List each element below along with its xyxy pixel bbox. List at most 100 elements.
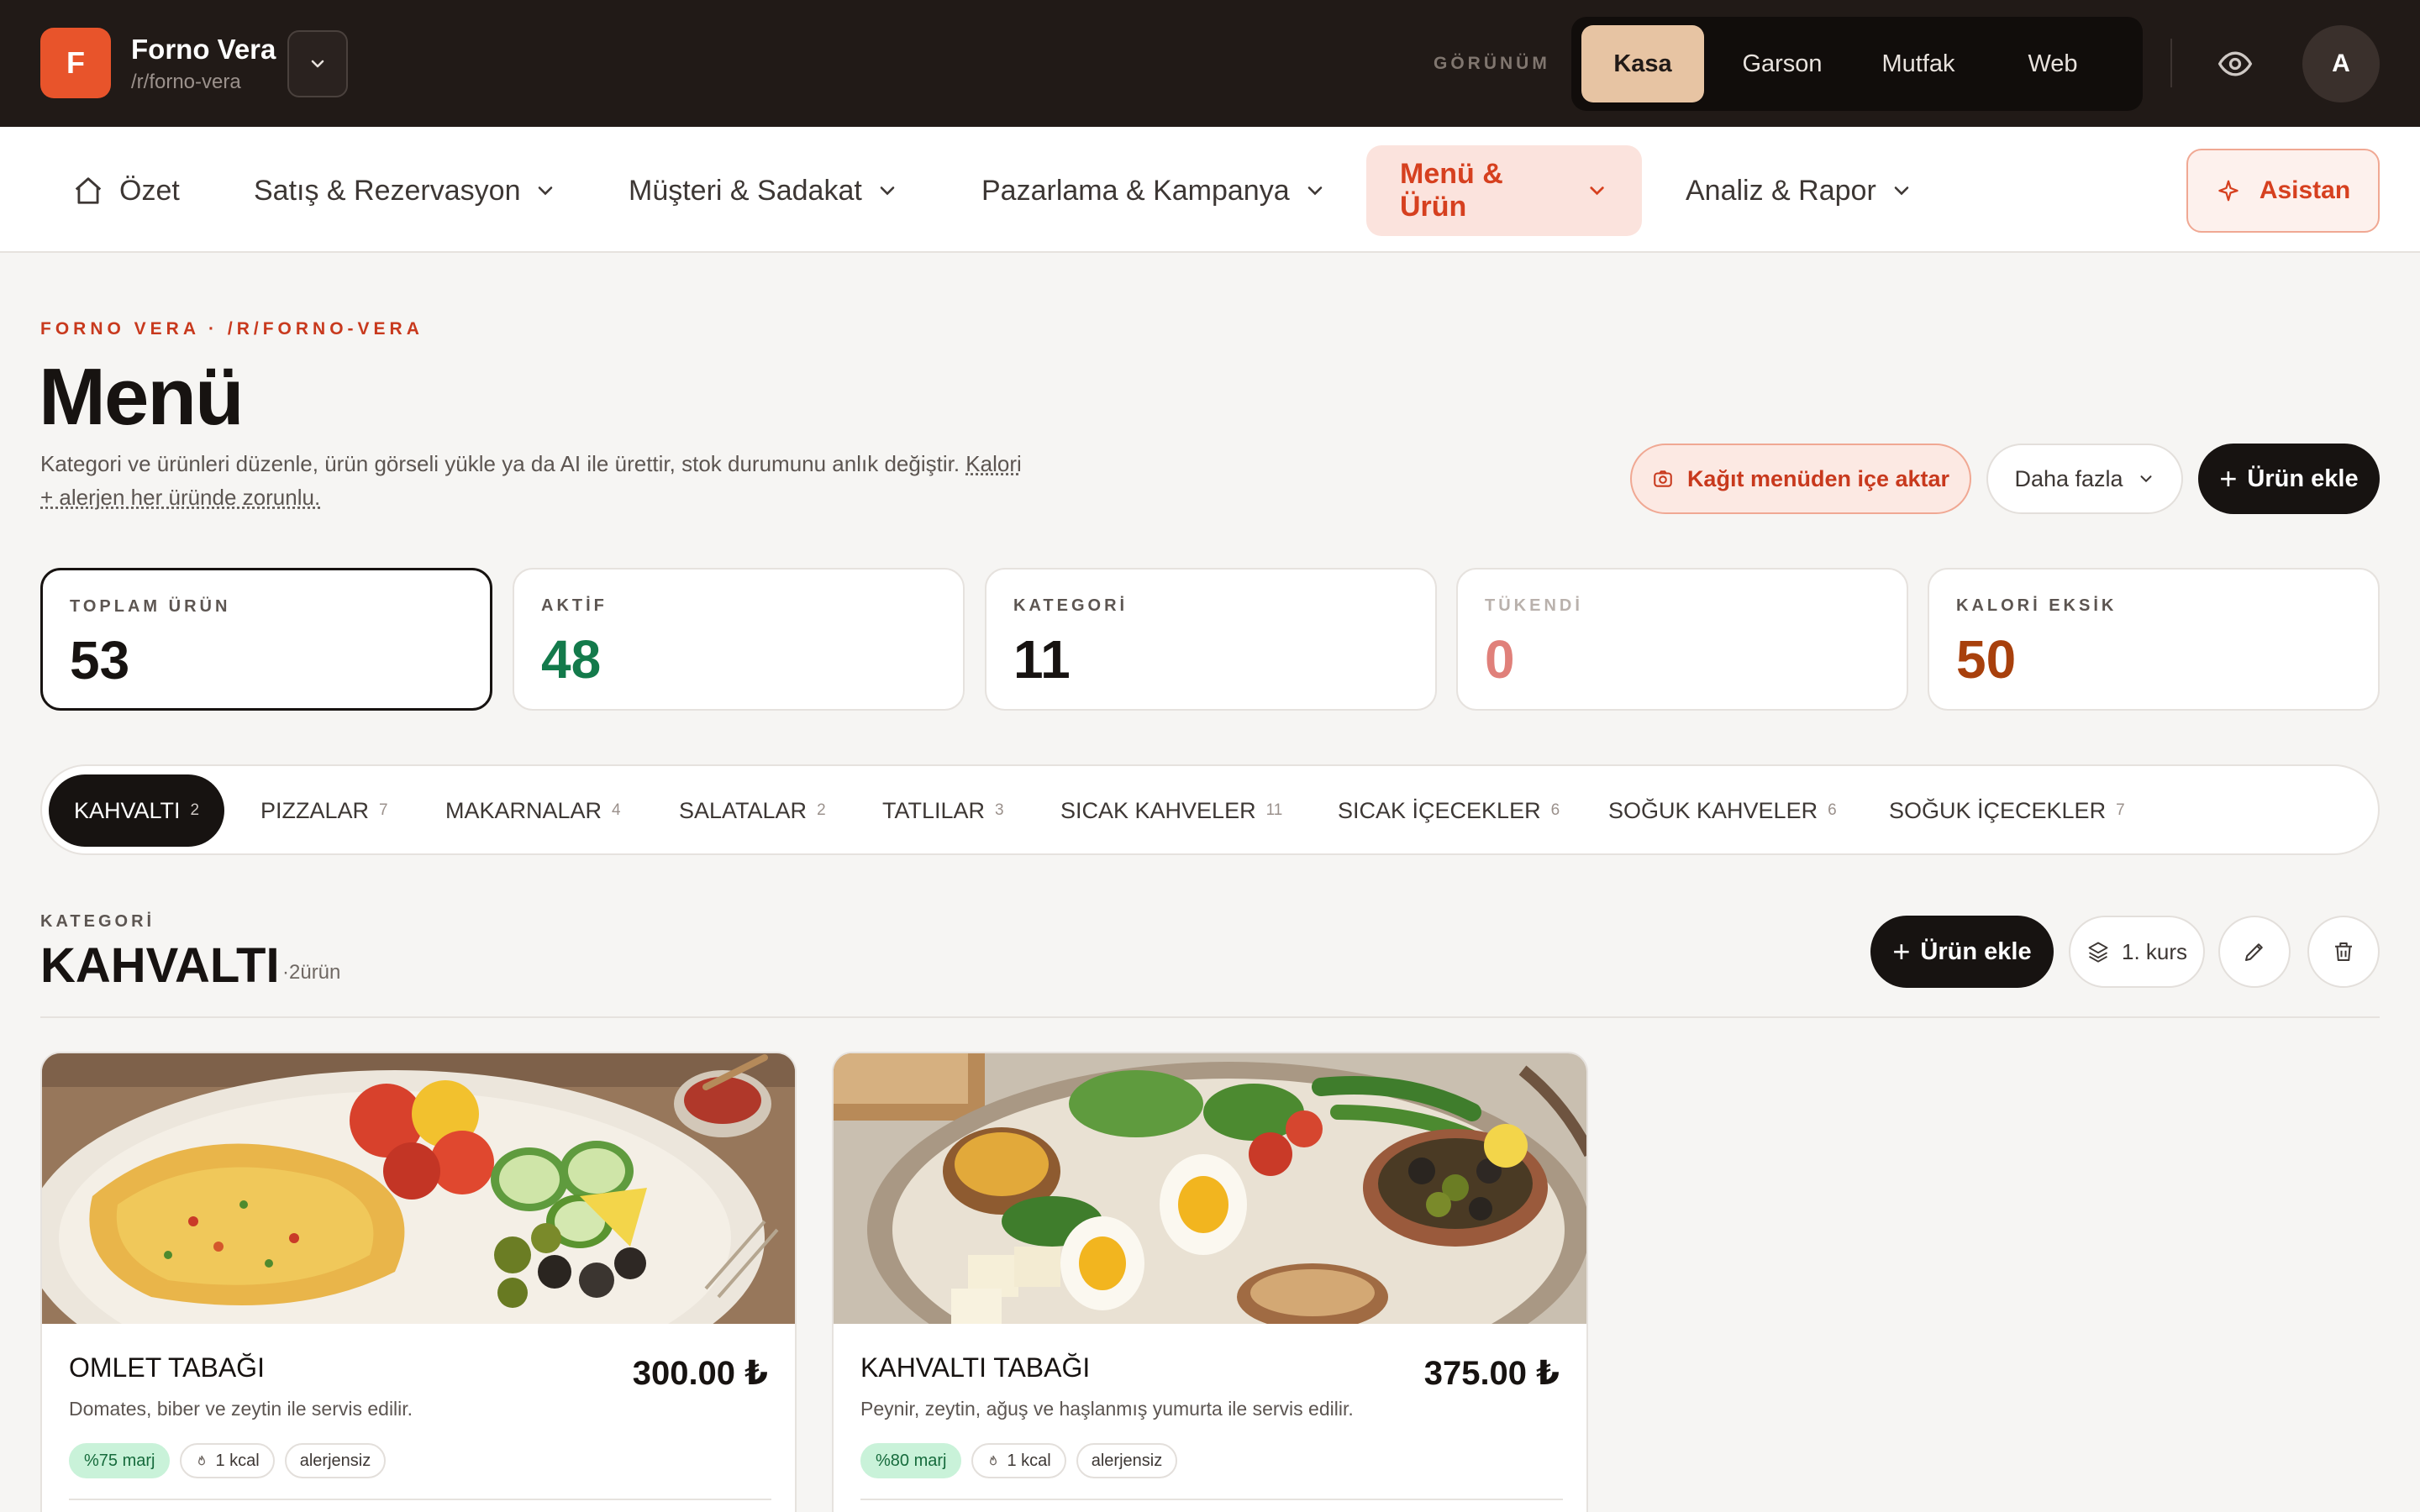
nav-item-label: Pazarlama & Kampanya (981, 175, 1290, 207)
stat-value: 50 (1956, 628, 2016, 690)
product-tags: %75 marj 1 kcal alerjensiz (69, 1443, 386, 1478)
category-tab-count: 2 (817, 801, 826, 820)
view-option-kasa[interactable]: Kasa (1581, 25, 1704, 102)
category-tab-count: 6 (1828, 801, 1837, 820)
edit-category-button[interactable] (2218, 916, 2291, 988)
description-text: Kategori ve ürünleri düzenle, ürün görse… (40, 451, 965, 476)
stat-value: 11 (1013, 628, 1071, 690)
stat-card-category[interactable]: KATEGORİ 11 (985, 568, 1437, 711)
assistant-label: Asistan (2260, 176, 2350, 205)
chevron-down-icon (1586, 179, 1608, 202)
trash-icon (2331, 939, 2356, 964)
more-button[interactable]: Daha fazla (1986, 444, 2183, 514)
course-button[interactable]: 1. kurs (2069, 916, 2205, 988)
category-tab-salatalar[interactable]: SALATALAR 2 (654, 774, 851, 847)
view-option-garson[interactable]: Garson (1721, 25, 1844, 102)
add-product-label: Ürün ekle (2247, 465, 2358, 493)
category-tab-pizzalar[interactable]: PIZZALAR 7 (235, 774, 413, 847)
brand-slug: /r/forno-vera (131, 71, 241, 94)
stat-value: 53 (70, 629, 129, 691)
assistant-button[interactable]: Asistan (2186, 149, 2380, 233)
category-tab-soguk-icecekler[interactable]: SOĞUK İÇECEKLER 7 (1864, 774, 2150, 847)
chevron-down-icon (1890, 179, 1913, 202)
category-tab-count: 2 (191, 801, 200, 820)
category-tab-count: 3 (995, 801, 1004, 820)
category-tab-count: 6 (1551, 801, 1560, 820)
product-description: Domates, biber ve zeytin ile servis edil… (69, 1398, 413, 1420)
category-tabs: KAHVALTI 2 PIZZALAR 7 MAKARNALAR 4 SALATALA… (40, 764, 2380, 855)
category-tab-count: 7 (379, 801, 388, 820)
home-icon (72, 175, 104, 207)
category-tab-tatlilar[interactable]: TATLILAR 3 (857, 774, 1029, 847)
category-tab-count: 4 (612, 801, 621, 820)
nav-item-satis[interactable]: Satış & Rezervasyon (220, 145, 591, 236)
nav-item-label: Özet (119, 175, 180, 207)
page-description: Kategori ve ürünleri düzenle, ürün görse… (40, 447, 1032, 514)
category-tab-label: KAHVALTI (74, 798, 181, 824)
stat-card-calorie-missing[interactable]: KALORİ EKSİK 50 (1928, 568, 2380, 711)
chevron-down-icon (308, 54, 328, 74)
avatar[interactable]: A (2302, 25, 2380, 102)
import-paper-menu-button[interactable]: Kağıt menüden içe aktar (1630, 444, 1971, 514)
divider (2170, 39, 2172, 87)
calorie-text: 1 kcal (215, 1452, 259, 1471)
card-divider (69, 1499, 771, 1500)
category-tab-makarnalar[interactable]: MAKARNALAR 4 (420, 774, 646, 847)
category-tab-kahvalti[interactable]: KAHVALTI 2 (49, 774, 224, 847)
plus-icon: + (1892, 934, 1910, 969)
category-tab-label: SOĞUK KAHVELER (1608, 798, 1818, 824)
nav-item-label: Analiz & Rapor (1686, 175, 1876, 207)
product-price: 375.00 ₺ (1424, 1354, 1560, 1393)
calorie-text: 1 kcal (1007, 1452, 1050, 1471)
course-label: 1. kurs (2122, 939, 2187, 965)
category-tab-label: SICAK İÇECEKLER (1338, 798, 1541, 824)
section-add-label: Ürün ekle (1920, 938, 2031, 966)
brand-logo: F (40, 28, 111, 98)
category-tab-sicak-kahveler[interactable]: SICAK KAHVELER 11 (1035, 774, 1307, 847)
add-product-button[interactable]: + Ürün ekle (2198, 444, 2380, 514)
stat-label: KATEGORİ (1013, 596, 1128, 616)
category-tab-label: MAKARNALAR (445, 798, 602, 824)
product-card[interactable]: OMLET TABAĞI 300.00 ₺ Domates, biber ve … (40, 1052, 797, 1512)
stat-card-sold-out[interactable]: TÜKENDİ 0 (1456, 568, 1908, 711)
nav-item-ozet[interactable]: Özet (39, 145, 213, 236)
nav-item-menu[interactable]: Menü & Ürün (1366, 145, 1642, 236)
category-tab-count: 7 (2116, 801, 2125, 820)
chevron-down-icon (2137, 470, 2155, 488)
stat-card-total[interactable]: TOPLAM ÜRÜN 53 (40, 568, 492, 711)
import-label: Kağıt menüden içe aktar (1687, 466, 1949, 492)
brand-switcher-button[interactable] (287, 30, 348, 97)
margin-badge: %80 marj (860, 1443, 961, 1478)
margin-badge: %75 marj (69, 1443, 170, 1478)
product-image (42, 1053, 797, 1324)
pencil-icon (2242, 939, 2267, 964)
plus-icon: + (2219, 461, 2237, 496)
category-tab-label: TATLILAR (882, 798, 985, 824)
delete-category-button[interactable] (2307, 916, 2380, 988)
top-bar: F Forno Vera /r/forno-vera GÖRÜNÜM Kasa … (0, 0, 2420, 127)
section-add-product-button[interactable]: + Ürün ekle (1870, 916, 2054, 988)
category-tab-label: PIZZALAR (260, 798, 369, 824)
calorie-badge: 1 kcal (971, 1443, 1065, 1478)
product-description: Peynir, zeytin, ağuş ve haşlanmış yumurt… (860, 1398, 1354, 1420)
category-tab-label: SALATALAR (679, 798, 807, 824)
stat-label: TÜKENDİ (1485, 596, 1583, 616)
product-card[interactable]: KAHVALTI TABAĞI 375.00 ₺ Peynir, zeytin,… (832, 1052, 1588, 1512)
nav-item-pazarlama[interactable]: Pazarlama & Kampanya (948, 145, 1360, 236)
view-option-mutfak[interactable]: Mutfak (1857, 25, 1980, 102)
camera-icon (1652, 468, 1674, 490)
nav-item-label: Menü & Ürün (1400, 158, 1572, 223)
chevron-down-icon (876, 179, 899, 202)
nav-item-analiz[interactable]: Analiz & Rapor (1652, 145, 1947, 236)
product-image (834, 1053, 1588, 1324)
category-tab-soguk-kahveler[interactable]: SOĞUK KAHVELER 6 (1583, 774, 1862, 847)
category-tab-label: SOĞUK İÇECEKLER (1889, 798, 2106, 824)
view-option-web[interactable]: Web (1991, 25, 2114, 102)
stat-card-active[interactable]: AKTİF 48 (513, 568, 965, 711)
category-tab-label: SICAK KAHVELER (1060, 798, 1256, 824)
nav-item-musteri[interactable]: Müşteri & Sadakat (595, 145, 933, 236)
preview-button[interactable] (2210, 39, 2260, 89)
flame-icon (986, 1454, 1000, 1467)
nav-item-label: Müşteri & Sadakat (629, 175, 862, 207)
category-tab-sicak-icecekler[interactable]: SICAK İÇECEKLER 6 (1313, 774, 1585, 847)
